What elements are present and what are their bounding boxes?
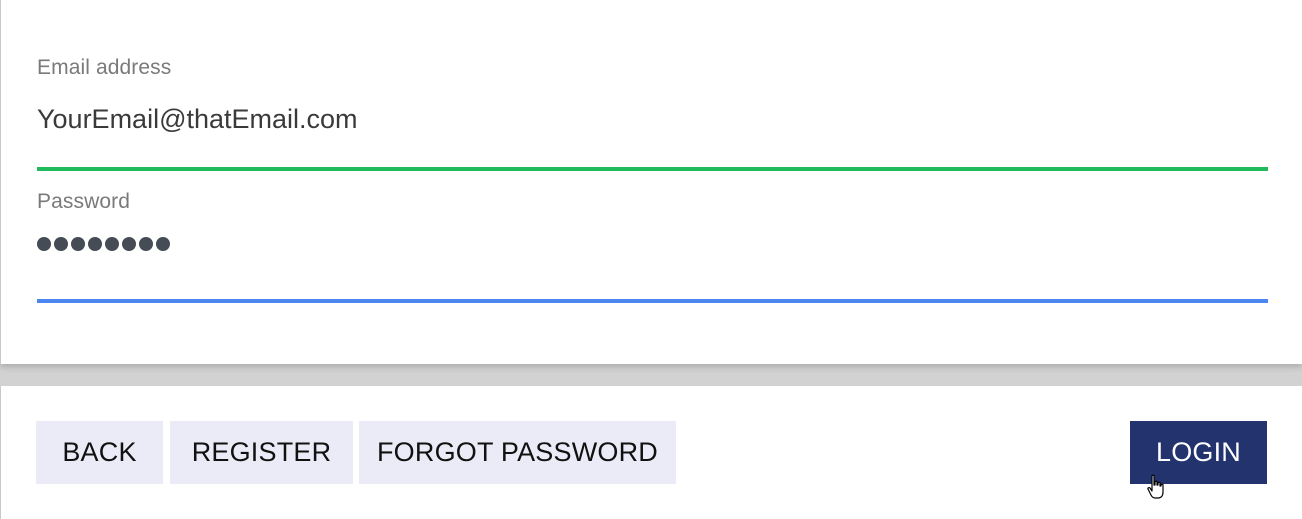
register-button[interactable]: REGISTER	[170, 421, 353, 484]
email-field-value[interactable]: YourEmail@thatEmail.com	[37, 104, 358, 135]
login-page: Email address YourEmail@thatEmail.com Pa…	[0, 0, 1302, 519]
email-field-label: Email address	[37, 56, 172, 79]
password-mask-dot	[122, 237, 136, 251]
password-mask-dot	[139, 237, 153, 251]
login-form-card: Email address YourEmail@thatEmail.com Pa…	[0, 0, 1302, 364]
actions-bar: BACK REGISTER FORGOT PASSWORD LOGIN	[0, 386, 1302, 519]
password-mask-dot	[54, 237, 68, 251]
password-field[interactable]: Password	[37, 171, 1268, 304]
password-mask-dot	[71, 237, 85, 251]
password-mask-dot	[156, 237, 170, 251]
forgot-password-button[interactable]: FORGOT PASSWORD	[359, 421, 676, 484]
password-mask-dot	[105, 237, 119, 251]
password-field-label: Password	[37, 190, 131, 213]
password-mask-dot	[37, 237, 51, 251]
password-field-underline	[37, 299, 1268, 303]
login-button[interactable]: LOGIN	[1130, 421, 1267, 484]
email-field[interactable]: Email address YourEmail@thatEmail.com	[37, 0, 1268, 171]
password-masked-value[interactable]	[37, 237, 170, 251]
password-mask-dot	[88, 237, 102, 251]
back-button[interactable]: BACK	[36, 421, 163, 484]
